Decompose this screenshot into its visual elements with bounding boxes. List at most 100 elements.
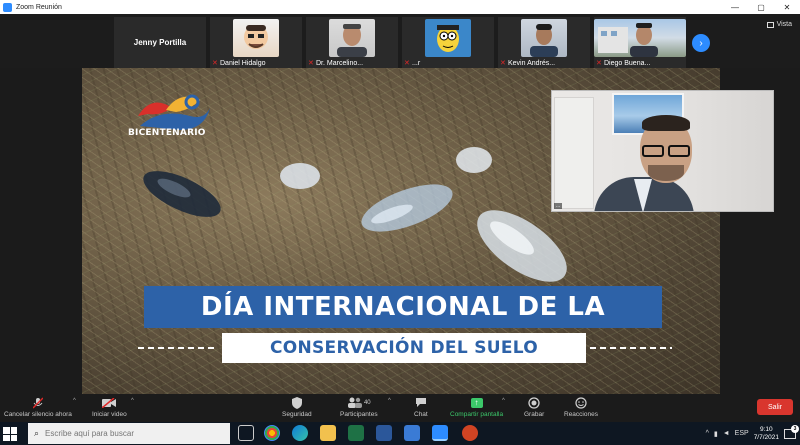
speaker-glasses <box>642 145 690 157</box>
speaker-name-label: ... <box>554 203 563 209</box>
chat-label: Chat <box>414 411 428 418</box>
participant-name: Diego Buena... <box>604 60 651 67</box>
participant-tile[interactable]: ✕ Daniel Hidalgo <box>210 17 302 68</box>
chat-button[interactable]: Chat <box>414 396 428 418</box>
security-label: Seguridad <box>282 411 312 418</box>
window-title: Zoom Reunión <box>16 3 62 11</box>
decorative-dashes-left <box>138 347 218 349</box>
minimize-button[interactable]: — <box>722 0 748 14</box>
zoom-meeting-screen: Zoom Reunión — ▢ ✕ Jenny Portilla ✕ Dani… <box>0 0 800 445</box>
participant-name: Jenny Portilla <box>133 38 187 47</box>
shared-screen-area: BICENTENARIO DÍA INTERNACIONAL DE LA CON… <box>0 68 800 394</box>
notification-center-icon[interactable]: 3 <box>784 424 799 439</box>
record-label: Grabar <box>524 411 545 418</box>
taskbar-search-box[interactable]: ⌕ <box>28 423 230 444</box>
bottle-dark <box>143 171 221 217</box>
participant-name-row: ✕ Diego Buena... <box>596 60 650 67</box>
next-participants-button[interactable]: › <box>692 34 710 52</box>
video-options-caret[interactable]: ^ <box>131 398 134 404</box>
language-indicator[interactable]: ESP <box>735 430 749 437</box>
meeting-toolbar: Cancelar silencio ahora ^ Iniciar video … <box>0 394 800 422</box>
record-icon <box>528 396 540 409</box>
microphone-muted-icon <box>32 396 43 409</box>
slide-title-line2: CONSERVACIÓN DEL SUELO <box>269 338 539 358</box>
record-button[interactable]: Grabar <box>524 396 544 418</box>
active-speaker-video[interactable]: ... <box>551 90 774 212</box>
media-app-icon[interactable] <box>404 425 420 441</box>
notification-count: 3 <box>791 424 799 433</box>
participant-video <box>521 19 567 57</box>
audio-options-caret[interactable]: ^ <box>73 398 76 404</box>
participants-count: 40 <box>363 399 371 406</box>
participant-tile[interactable]: ✕ Diego Buena... <box>594 17 686 68</box>
participants-button[interactable]: 40 Participantes <box>340 396 378 418</box>
participant-name-row: ✕ Dr. Marcelino... <box>308 60 363 67</box>
unmute-label: Cancelar silencio ahora <box>4 411 72 418</box>
chat-bubble-icon <box>415 396 427 409</box>
participant-tile[interactable]: ✕ Kevin Andrés... <box>498 17 590 68</box>
participant-video <box>329 19 375 57</box>
participant-video <box>594 19 686 57</box>
muted-mic-icon: ✕ <box>212 60 218 67</box>
muted-mic-icon: ✕ <box>404 60 410 67</box>
chrome-icon[interactable] <box>264 425 280 441</box>
slide-banner-secondary: CONSERVACIÓN DEL SUELO <box>222 333 586 363</box>
participant-name: ...r <box>412 60 421 67</box>
participant-name-row: ✕ Daniel Hidalgo <box>212 60 266 67</box>
taskbar-clock[interactable]: 9:10 7/7/2021 <box>754 426 779 442</box>
clock-date: 7/7/2021 <box>753 433 779 441</box>
cup-2 <box>456 147 492 173</box>
share-screen-label: Compartir pantalla <box>450 411 504 418</box>
maximize-button[interactable]: ▢ <box>748 0 774 14</box>
participants-icon: 40 <box>347 396 371 409</box>
start-video-button[interactable]: Iniciar video <box>92 396 127 418</box>
participant-name: Daniel Hidalgo <box>220 60 266 67</box>
close-button[interactable]: ✕ <box>774 0 800 14</box>
muted-mic-icon: ✕ <box>596 60 602 67</box>
word-icon[interactable] <box>376 425 392 441</box>
window-controls: — ▢ ✕ <box>722 0 800 14</box>
edge-icon[interactable] <box>292 425 308 441</box>
participant-tile[interactable]: ✕ Dr. Marcelino... <box>306 17 398 68</box>
reactions-button[interactable]: Reacciones <box>564 396 598 418</box>
clock-time: 9:10 <box>760 425 773 433</box>
security-button[interactable]: Seguridad <box>282 396 312 418</box>
search-icon: ⌕ <box>34 428 40 438</box>
participant-name: Dr. Marcelino... <box>316 60 364 67</box>
volume-icon[interactable]: ◄ <box>723 430 730 437</box>
excel-icon[interactable] <box>348 425 364 441</box>
speaker-beard <box>648 165 684 181</box>
cup-1 <box>280 163 320 189</box>
participant-tile[interactable]: Jenny Portilla <box>114 17 206 68</box>
tray-chevron-icon[interactable]: ^ <box>706 430 709 437</box>
leave-meeting-button[interactable]: Salir <box>757 399 793 415</box>
windows-taskbar: ⌕ ^ ▮ ◄ ESP 9:10 7/7/2021 3 <box>0 422 800 445</box>
taskbar-search-input[interactable] <box>45 429 216 438</box>
participant-strip: Jenny Portilla ✕ Daniel Hidalgo ✕ Dr. Ma… <box>0 14 800 68</box>
zoom-taskbar-icon[interactable] <box>432 425 448 441</box>
participants-options-caret[interactable]: ^ <box>388 398 391 404</box>
video-off-icon <box>102 396 117 409</box>
participants-label: Participantes <box>340 411 378 418</box>
powerpoint-icon[interactable] <box>462 425 478 441</box>
view-button-label: Vista <box>776 21 792 28</box>
logo-text: BICENTENARIO <box>128 128 206 138</box>
windows-start-button[interactable] <box>3 427 17 441</box>
participant-tile[interactable]: ✕ ...r <box>402 17 494 68</box>
muted-mic-icon: ✕ <box>500 60 506 67</box>
unmute-button[interactable]: Cancelar silencio ahora <box>4 396 72 418</box>
decorative-dashes-right <box>590 347 672 349</box>
zoom-app-icon <box>3 2 12 12</box>
share-options-caret[interactable]: ^ <box>502 398 505 404</box>
window-titlebar: Zoom Reunión — ▢ ✕ <box>0 0 800 14</box>
file-explorer-icon[interactable] <box>320 425 336 441</box>
slide-title-line1: DÍA INTERNACIONAL DE LA <box>200 292 606 322</box>
grid-view-icon <box>766 21 774 28</box>
view-button[interactable]: Vista <box>766 21 792 28</box>
share-screen-button[interactable]: ↑ Compartir pantalla <box>450 396 503 418</box>
network-icon[interactable]: ▮ <box>714 430 718 438</box>
share-screen-icon: ↑ <box>470 396 483 409</box>
shield-icon <box>291 396 302 409</box>
task-view-icon[interactable] <box>238 425 254 441</box>
smiley-icon <box>575 396 587 409</box>
